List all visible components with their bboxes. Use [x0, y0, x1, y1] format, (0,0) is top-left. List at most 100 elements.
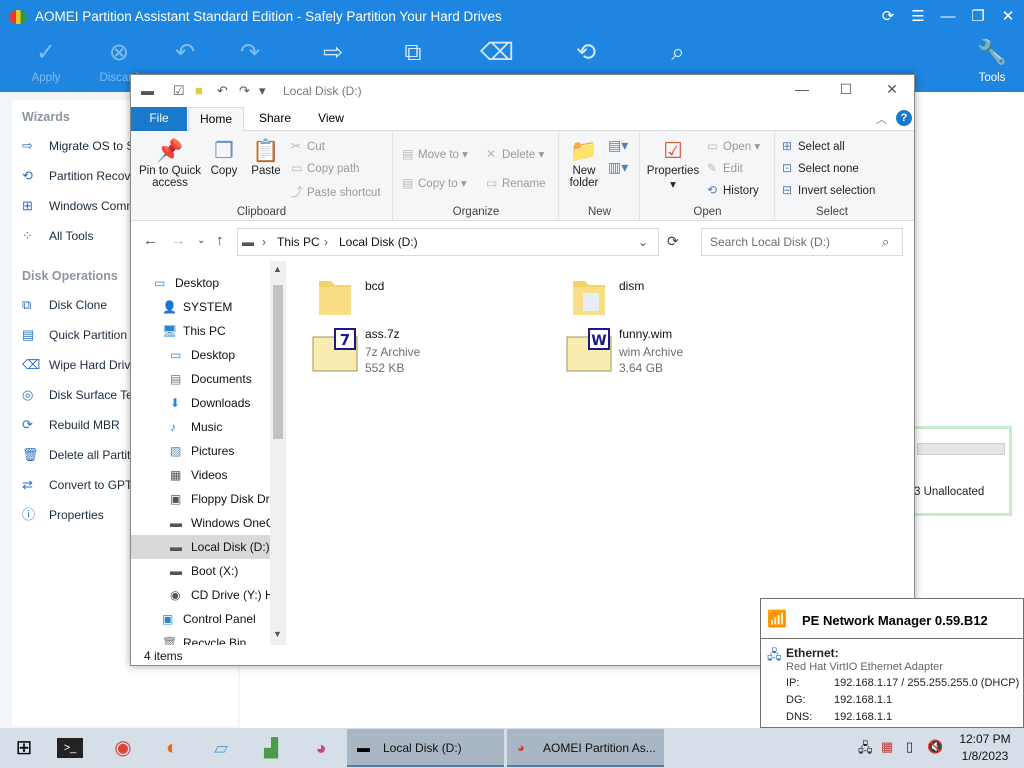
close-button[interactable]: ✕ — [882, 81, 902, 101]
breadcrumb-local-disk[interactable]: Local Disk (D:) — [339, 235, 418, 249]
file-item[interactable]: W funny.wim wim Archive 3.64 GB — [565, 327, 815, 379]
properties-button[interactable]: ☑ Properties ▾ — [643, 137, 703, 191]
paste-button[interactable]: 📋 Paste — [247, 137, 285, 177]
properties-quick-icon[interactable]: ☑ — [173, 83, 185, 99]
scrollbar-thumb[interactable] — [273, 285, 283, 439]
move-to-button[interactable]: ▤ Move to ▾ — [402, 147, 468, 161]
back-button[interactable]: ← — [143, 232, 158, 249]
history-button[interactable]: ⟲ History — [707, 183, 759, 197]
clock[interactable]: 12:07 PM 1/8/2023 — [955, 731, 1015, 765]
search-input[interactable]: Search Local Disk (D:) ⌕ — [701, 228, 903, 256]
collapse-ribbon-icon[interactable]: ︿ — [876, 111, 887, 127]
copy-button[interactable]: ❐ Copy — [207, 137, 241, 177]
easy-access-icon[interactable]: ▥▾ — [608, 159, 628, 176]
scroll-down-icon[interactable]: ▼ — [273, 629, 282, 639]
new-folder-quick-icon[interactable]: ■ — [195, 83, 203, 98]
delete-button[interactable]: ✕ Delete ▾ — [486, 147, 544, 161]
nav-videos[interactable]: ▦ Videos — [170, 463, 286, 487]
network-tray-icon[interactable]: 🖧 — [858, 739, 873, 761]
volume-mute-icon[interactable]: 🔇 — [927, 739, 943, 755]
maximize-button[interactable]: ☐ — [836, 81, 856, 101]
display-tray-icon[interactable]: ▦ — [881, 739, 893, 755]
undo-quick-icon[interactable]: ↶ — [217, 83, 228, 99]
nav-boot-x[interactable]: ▬ Boot (X:) — [170, 559, 286, 583]
rename-icon: ▭ — [486, 176, 498, 190]
address-dropdown-icon[interactable]: ⌄ — [638, 235, 648, 249]
nav-this-pc[interactable]: 🖥 This PC — [162, 319, 286, 343]
new-item-icon[interactable]: ▤▾ — [608, 137, 628, 154]
terminal-icon[interactable]: >_ — [57, 738, 83, 758]
nav-local-disk-d[interactable]: ▬ Local Disk (D:) — [131, 535, 271, 559]
firefox-icon[interactable]: ◐ — [156, 732, 188, 764]
nav-cd-drive[interactable]: ◉ CD Drive (Y:) H — [170, 583, 286, 607]
pin-to-quick-access-button[interactable]: 📌 Pin to Quick access — [137, 137, 203, 189]
scroll-up-icon[interactable]: ▲ — [273, 264, 282, 274]
up-button[interactable]: ↑ — [216, 232, 224, 249]
nav-music[interactable]: ♪ Music — [170, 415, 286, 439]
navigation-scrollbar[interactable]: ▲ ▼ — [270, 261, 286, 645]
rename-button[interactable]: ▭ Rename — [486, 176, 545, 190]
start-button[interactable]: ⊞ — [8, 732, 40, 764]
menu-icon[interactable]: ☰ — [907, 6, 929, 28]
tools-button[interactable]: 🔧 Tools — [957, 34, 1024, 92]
file-item[interactable]: dism — [565, 273, 815, 325]
apply-button[interactable]: ✓ Apply — [11, 34, 81, 92]
redo-quick-icon[interactable]: ↷ — [239, 83, 250, 99]
nav-desktop[interactable]: ▭ Desktop — [154, 271, 286, 295]
restore-button[interactable]: ❐ — [967, 6, 989, 28]
tab-view[interactable]: View — [309, 107, 353, 131]
nav-downloads[interactable]: ⬇ Downloads — [170, 391, 286, 415]
select-all-button[interactable]: ⊞ Select all — [782, 139, 845, 153]
usb-tray-icon[interactable]: ▯ — [906, 739, 913, 755]
videos-icon: ▦ — [170, 468, 182, 482]
nav-pictures[interactable]: ▨ Pictures — [170, 439, 286, 463]
nav-documents[interactable]: ▤ Documents — [170, 367, 286, 391]
select-none-button[interactable]: ⊡ Select none — [782, 161, 859, 175]
refresh-icon[interactable]: ⟳ — [877, 6, 899, 28]
close-button[interactable]: ✕ — [997, 6, 1019, 28]
tab-share[interactable]: Share — [253, 107, 297, 131]
paste-shortcut-button[interactable]: ⤴ Paste shortcut — [291, 183, 381, 200]
copy-to-icon: ▤ — [402, 176, 414, 190]
chrome-icon[interactable]: ◉ — [107, 732, 139, 764]
recent-locations-button[interactable]: ⌄ — [197, 235, 205, 246]
nav-floppy[interactable]: ▣ Floppy Disk Dri — [170, 487, 286, 511]
search-icon[interactable]: ⌕ — [882, 234, 889, 250]
forward-button[interactable]: → — [171, 232, 186, 249]
task-local-disk[interactable]: ▬ Local Disk (D:) — [347, 729, 504, 767]
refresh-button[interactable]: ⟳ — [667, 233, 679, 250]
invert-selection-button[interactable]: ⊟ Invert selection — [782, 183, 875, 197]
nav-system[interactable]: 👤 SYSTEM — [162, 295, 286, 319]
nav-windows-onec[interactable]: ▬ Windows OneC — [170, 511, 286, 535]
tab-home[interactable]: Home — [188, 107, 244, 132]
new-folder-button[interactable]: 📁 New folder — [564, 137, 604, 189]
copy-to-button[interactable]: ▤ Copy to ▾ — [402, 176, 467, 190]
copy-path-button[interactable]: ▭ Copy path — [291, 161, 359, 175]
breadcrumb-this-pc[interactable]: This PC — [277, 235, 320, 249]
drive-icon: ▬ — [242, 235, 254, 249]
cut-button[interactable]: ✂ Cut — [291, 139, 325, 153]
minimize-button[interactable]: — — [937, 6, 959, 28]
clone-icon: ⧉ — [22, 297, 32, 312]
task-aomei[interactable]: ◕ AOMEI Partition As... — [507, 729, 664, 767]
file-item[interactable]: bcd — [311, 273, 561, 325]
nav-pc-desktop[interactable]: ▭ Desktop — [170, 343, 286, 367]
network-manager-title: PE Network Manager 0.59.B12 — [802, 613, 988, 628]
nav-control-panel[interactable]: ▣ Control Panel — [162, 607, 286, 631]
nav-recycle-bin[interactable]: 🗑 Recycle Bin — [162, 631, 286, 645]
address-bar[interactable]: ▬ › This PC › Local Disk (D:) ⌄ — [237, 228, 659, 256]
notepad-icon[interactable]: ▱ — [205, 732, 237, 764]
minimize-button[interactable]: — — [792, 81, 812, 101]
aomei-logo-icon — [9, 10, 27, 24]
customize-quick-access-icon[interactable]: ▾ — [259, 83, 266, 99]
task-manager-icon[interactable]: ▟ — [255, 732, 287, 764]
tab-file[interactable]: File — [131, 107, 187, 131]
aomei-taskbar-icon[interactable]: ◕ — [305, 732, 337, 764]
help-icon[interactable]: ? — [896, 110, 912, 126]
edit-button[interactable]: ✎ Edit — [707, 161, 743, 175]
drive-icon: ▬ — [170, 564, 182, 578]
file-item[interactable]: 7 ass.7z 7z Archive 552 KB — [311, 327, 561, 379]
disk-unallocated-block[interactable]: 3 Unallocated — [908, 426, 1012, 516]
open-button[interactable]: ▭ Open ▾ — [707, 139, 760, 153]
drive-icon: ▬ — [170, 540, 182, 554]
